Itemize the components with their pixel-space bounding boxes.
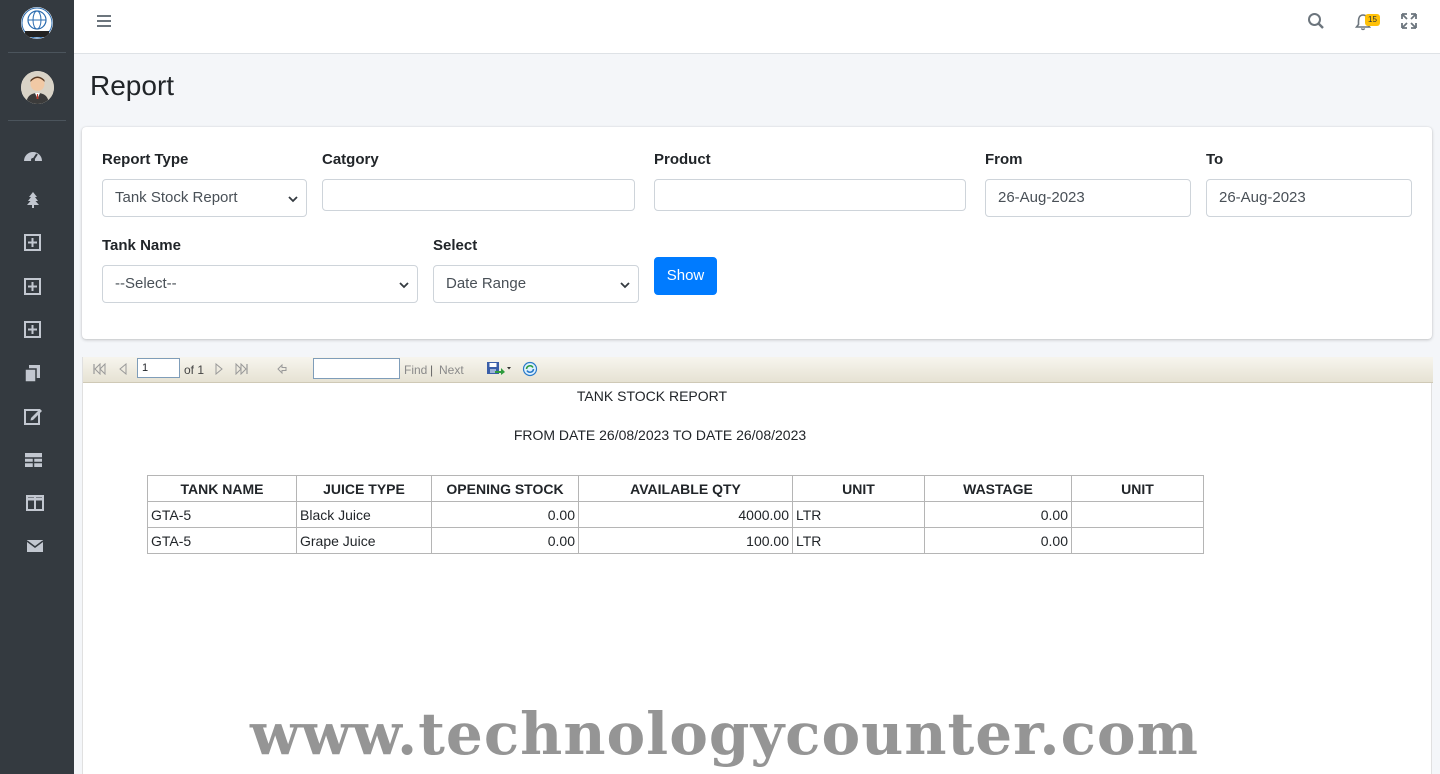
menu-icon[interactable] bbox=[96, 13, 112, 34]
next-link[interactable]: Next bbox=[439, 363, 464, 377]
cell-tank-name: GTA-5 bbox=[147, 527, 297, 554]
column-header-unit: UNIT bbox=[792, 475, 925, 502]
table-header-row: TANK NAME JUICE TYPE OPENING STOCK AVAIL… bbox=[147, 475, 1204, 502]
column-header-wastage-unit: UNIT bbox=[1071, 475, 1204, 502]
cell-unit: LTR bbox=[792, 527, 925, 554]
page-title: Report bbox=[90, 70, 175, 101]
divider bbox=[8, 52, 66, 53]
column-header-opening-stock: OPENING STOCK bbox=[431, 475, 579, 502]
sidebar bbox=[0, 0, 74, 774]
column-header-tank-name: TANK NAME bbox=[147, 475, 297, 502]
chevron-down-icon bbox=[399, 282, 409, 289]
columns-icon[interactable] bbox=[22, 492, 44, 514]
export-save-icon[interactable] bbox=[486, 361, 512, 376]
edit-icon[interactable] bbox=[22, 405, 44, 427]
last-page-icon[interactable] bbox=[235, 363, 249, 375]
tank-name-label: Tank Name bbox=[102, 237, 181, 254]
cell-available-qty: 100.00 bbox=[578, 527, 793, 554]
plus-square-icon[interactable] bbox=[22, 232, 44, 254]
plus-square-icon[interactable] bbox=[22, 319, 44, 341]
find-text-input[interactable] bbox=[313, 358, 400, 379]
first-page-icon[interactable] bbox=[92, 363, 106, 375]
to-date-input[interactable]: 26-Aug-2023 bbox=[1206, 179, 1412, 217]
cell-available-qty: 4000.00 bbox=[578, 501, 793, 528]
table-row: GTA-5 Grape Juice 0.00 100.00 LTR 0.00 bbox=[147, 527, 1204, 554]
cell-wastage: 0.00 bbox=[924, 501, 1072, 528]
report-title: TANK STOCK REPORT bbox=[576, 388, 728, 404]
cell-wastage-unit bbox=[1071, 501, 1204, 528]
user-avatar[interactable] bbox=[21, 71, 54, 104]
copy-icon[interactable] bbox=[22, 362, 44, 384]
find-link[interactable]: Find bbox=[404, 363, 427, 377]
cell-opening-stock: 0.00 bbox=[431, 501, 579, 528]
next-page-icon[interactable] bbox=[214, 363, 224, 375]
report-type-label: Report Type bbox=[102, 151, 189, 168]
refresh-icon[interactable] bbox=[522, 361, 538, 377]
category-label: Catgory bbox=[322, 151, 379, 168]
dashboard-icon[interactable] bbox=[22, 145, 44, 167]
column-header-juice-type: JUICE TYPE bbox=[296, 475, 432, 502]
cell-juice-type: Black Juice bbox=[296, 501, 432, 528]
table-row: GTA-5 Black Juice 0.00 4000.00 LTR 0.00 bbox=[147, 501, 1204, 528]
report-date-range: FROM DATE 26/08/2023 TO DATE 26/08/2023 bbox=[513, 427, 807, 443]
search-icon[interactable] bbox=[1307, 12, 1325, 35]
select-label: Select bbox=[433, 237, 478, 254]
plus-square-icon[interactable] bbox=[22, 276, 44, 298]
cell-wastage-unit bbox=[1071, 527, 1204, 554]
cell-juice-type: Grape Juice bbox=[296, 527, 432, 554]
product-input[interactable] bbox=[654, 179, 966, 211]
column-header-wastage: WASTAGE bbox=[924, 475, 1072, 502]
from-date-value: 26-Aug-2023 bbox=[998, 189, 1085, 206]
cell-opening-stock: 0.00 bbox=[431, 527, 579, 554]
from-date-label: From bbox=[985, 151, 1023, 168]
tank-name-value: --Select-- bbox=[115, 275, 177, 292]
report-filter-card bbox=[82, 127, 1432, 339]
category-input[interactable] bbox=[322, 179, 635, 211]
date-range-select[interactable]: Date Range bbox=[433, 265, 639, 303]
table-icon[interactable] bbox=[22, 449, 44, 471]
report-type-select[interactable]: Tank Stock Report bbox=[102, 179, 307, 217]
to-date-value: 26-Aug-2023 bbox=[1219, 189, 1306, 206]
cell-unit: LTR bbox=[792, 501, 925, 528]
cell-wastage: 0.00 bbox=[924, 527, 1072, 554]
date-range-value: Date Range bbox=[446, 275, 527, 292]
from-date-input[interactable]: 26-Aug-2023 bbox=[985, 179, 1191, 217]
back-to-parent-icon[interactable] bbox=[276, 363, 288, 375]
notification-badge: 15 bbox=[1365, 14, 1380, 26]
report-type-value: Tank Stock Report bbox=[115, 189, 238, 206]
expand-icon[interactable] bbox=[1401, 13, 1417, 34]
product-label: Product bbox=[654, 151, 711, 168]
tank-stock-table: TANK NAME JUICE TYPE OPENING STOCK AVAIL… bbox=[147, 475, 1204, 554]
column-header-available-qty: AVAILABLE QTY bbox=[578, 475, 793, 502]
page-number-input[interactable]: 1 bbox=[137, 358, 180, 378]
page-number-value: 1 bbox=[142, 362, 149, 374]
tank-name-select[interactable]: --Select-- bbox=[102, 265, 418, 303]
previous-page-icon[interactable] bbox=[118, 363, 128, 375]
top-navbar bbox=[74, 0, 1440, 54]
page-count-label: of 1 bbox=[184, 363, 205, 377]
to-date-label: To bbox=[1206, 151, 1224, 168]
tree-icon[interactable] bbox=[22, 189, 44, 211]
chevron-down-icon bbox=[620, 282, 630, 289]
cell-tank-name: GTA-5 bbox=[147, 501, 297, 528]
divider bbox=[8, 120, 66, 121]
show-button[interactable]: Show bbox=[654, 257, 717, 295]
watermark-text: www.technologycounter.com bbox=[250, 700, 1199, 768]
chevron-down-icon bbox=[288, 196, 298, 203]
envelope-icon[interactable] bbox=[22, 535, 44, 557]
report-toolbar: 1 of 1 Find | Next bbox=[83, 357, 1433, 383]
find-separator: | bbox=[430, 363, 434, 377]
brand-logo[interactable] bbox=[21, 7, 53, 39]
